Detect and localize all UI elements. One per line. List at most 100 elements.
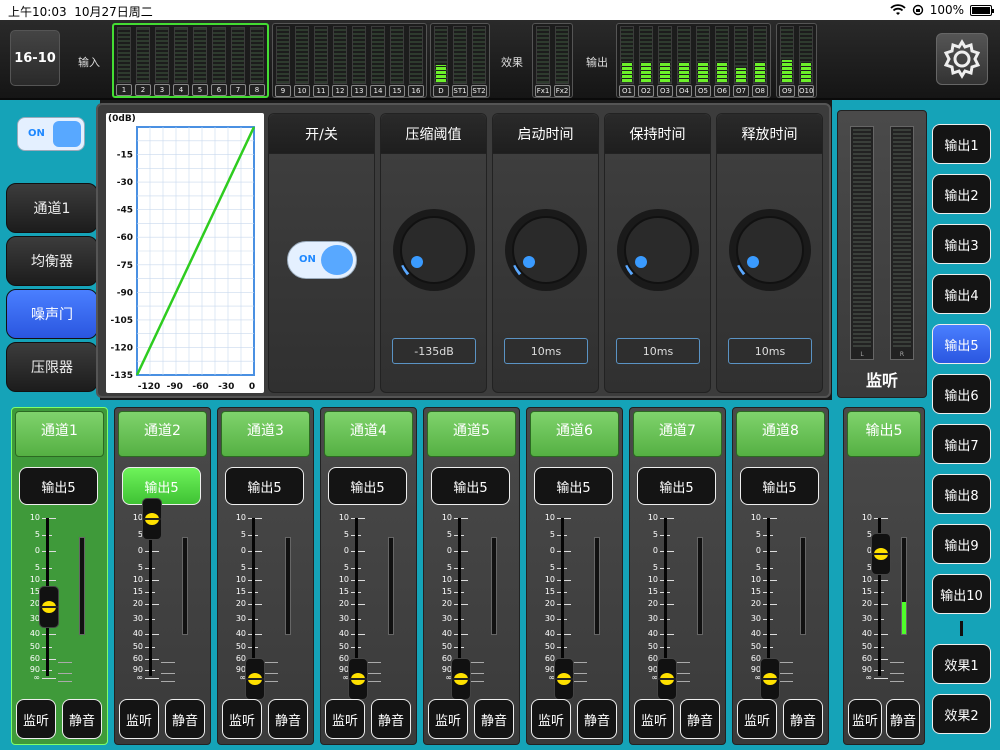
attack-knob[interactable]	[503, 207, 589, 293]
meter-channel: 16	[408, 26, 424, 97]
channel-name-button[interactable]: 通道1	[15, 411, 104, 457]
fader-handle[interactable]	[39, 586, 59, 628]
fader-tick-right	[264, 681, 278, 682]
nav-eq[interactable]: 均衡器	[6, 236, 98, 286]
fader-scale-label: 50	[235, 642, 246, 651]
fader-scale-label: 30	[132, 614, 143, 623]
fader-scale-label: 5	[549, 563, 555, 572]
mute-button[interactable]: 静音	[165, 699, 205, 739]
channel-name-button[interactable]: 通道6	[530, 411, 619, 457]
meter-fill	[801, 62, 811, 82]
fader-scale-label: 20	[132, 599, 143, 608]
mute-button[interactable]: 静音	[783, 699, 823, 739]
fader-area: 10 5 0 5 10 15 20 30 40 50 60 90 ∞	[424, 513, 521, 700]
fader-tick-right	[161, 681, 175, 682]
input-meters-1-8[interactable]: 12345678	[112, 23, 269, 98]
fader-tick	[248, 580, 262, 581]
output-select-button[interactable]: 输出7	[932, 424, 991, 464]
listen-button[interactable]: 监听	[737, 699, 777, 739]
release-knob[interactable]	[727, 207, 813, 293]
fader-scale-label: 60	[235, 654, 246, 663]
channel-name-button[interactable]: 输出5	[847, 411, 921, 457]
fader-handle[interactable]	[348, 658, 368, 700]
fader-scale-label: 5	[137, 530, 143, 539]
hold-value[interactable]: 10ms	[616, 338, 700, 364]
channel-send-button[interactable]: 输出5	[740, 467, 819, 505]
release-value[interactable]: 10ms	[728, 338, 812, 364]
input-meters-d-st[interactable]: D ST1 ST2	[430, 23, 490, 98]
model-button[interactable]: 16-10	[10, 30, 60, 86]
nav-noise-gate[interactable]: 噪声门	[6, 289, 98, 339]
input-meters-9-16[interactable]: 9 10 11 12 13 14 15 16	[272, 23, 427, 98]
fader-track	[252, 518, 255, 676]
meter-label: 15	[389, 85, 405, 97]
mute-button[interactable]: 静音	[474, 699, 514, 739]
hold-knob[interactable]	[615, 207, 701, 293]
listen-button[interactable]: 监听	[428, 699, 468, 739]
channel-name-button[interactable]: 通道2	[118, 411, 207, 457]
output-select-button[interactable]: 输出3	[932, 224, 991, 264]
output-select-button[interactable]: 输出5	[932, 324, 991, 364]
attack-value[interactable]: 10ms	[504, 338, 588, 364]
fx-meters[interactable]: Fx1 Fx2	[532, 23, 573, 98]
meter-fill	[679, 62, 689, 82]
output-select-button[interactable]: 输出9	[932, 524, 991, 564]
listen-button[interactable]: 监听	[325, 699, 365, 739]
mute-button[interactable]: 静音	[577, 699, 617, 739]
listen-button[interactable]: 监听	[634, 699, 674, 739]
channel-send-button[interactable]: 输出5	[122, 467, 201, 505]
listen-button[interactable]: 监听	[16, 699, 56, 739]
mute-button[interactable]: 静音	[62, 699, 102, 739]
fader-tick-right	[367, 673, 381, 674]
output-select-button[interactable]: 输出1	[932, 124, 991, 164]
output-select-button[interactable]: 输出4	[932, 274, 991, 314]
channel-send-button[interactable]: 输出5	[225, 467, 304, 505]
channel-send-button[interactable]: 输出5	[534, 467, 613, 505]
fader-tick-right	[264, 673, 278, 674]
nav-limiter[interactable]: 压限器	[6, 342, 98, 392]
fader-handle[interactable]	[871, 533, 891, 576]
channel-send-button[interactable]: 输出5	[431, 467, 510, 505]
gate-on-toggle[interactable]: ON	[287, 241, 357, 279]
mute-button[interactable]: 静音	[268, 699, 308, 739]
mute-button[interactable]: 静音	[371, 699, 411, 739]
settings-button[interactable]	[936, 33, 988, 85]
threshold-knob[interactable]	[391, 207, 477, 293]
fader-handle[interactable]	[657, 658, 677, 700]
fader-handle[interactable]	[554, 658, 574, 700]
listen-button[interactable]: 监听	[848, 699, 882, 739]
listen-button[interactable]: 监听	[222, 699, 262, 739]
output-select-button[interactable]: 输出10	[932, 574, 991, 614]
output-select-button[interactable]: 输出8	[932, 474, 991, 514]
fader-tick-right	[367, 662, 381, 663]
listen-button[interactable]: 监听	[119, 699, 159, 739]
channel-name-button[interactable]: 通道7	[633, 411, 722, 457]
fx-select-button[interactable]: 效果2	[932, 694, 991, 734]
channel-send-button[interactable]: 输出5	[637, 467, 716, 505]
channel-name-button[interactable]: 通道8	[736, 411, 825, 457]
threshold-value[interactable]: -135dB	[392, 338, 476, 364]
channel-name-button[interactable]: 通道3	[221, 411, 310, 457]
listen-button[interactable]: 监听	[531, 699, 571, 739]
mute-button[interactable]: 静音	[680, 699, 720, 739]
fader-handle[interactable]	[245, 658, 265, 700]
meter-fill	[641, 62, 651, 82]
module-on-toggle[interactable]: ON	[17, 117, 85, 151]
output-select-button[interactable]: 输出6	[932, 374, 991, 414]
fader-handle[interactable]	[760, 658, 780, 700]
nav-channel[interactable]: 通道1	[6, 183, 98, 233]
fader-handle[interactable]	[451, 658, 471, 700]
output-select-button[interactable]: 输出2	[932, 174, 991, 214]
mute-button[interactable]: 静音	[886, 699, 920, 739]
channel-level-meter	[388, 537, 394, 635]
fader-tick	[145, 580, 159, 581]
fader-handle[interactable]	[142, 498, 162, 540]
output-meters-9-10[interactable]: O9 O10	[776, 23, 817, 98]
channel-send-button[interactable]: 输出5	[19, 467, 98, 505]
channel-name-button[interactable]: 通道5	[427, 411, 516, 457]
fx-select-button[interactable]: 效果1	[932, 644, 991, 684]
fader-tick	[145, 634, 159, 635]
channel-send-button[interactable]: 输出5	[328, 467, 407, 505]
channel-name-button[interactable]: 通道4	[324, 411, 413, 457]
output-meters-1-8[interactable]: O1 O2 O3 O4 O5 O6 O7 O8	[616, 23, 771, 98]
